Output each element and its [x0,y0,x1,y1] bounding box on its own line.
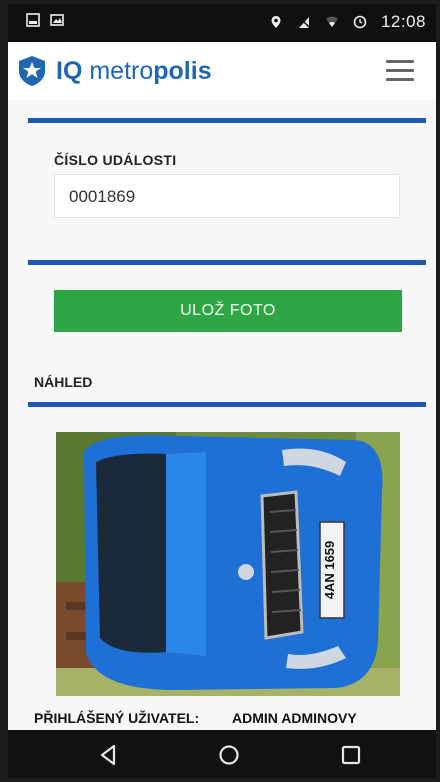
section-divider [28,402,426,407]
app-logo[interactable]: IQ metropolis [16,55,212,87]
section-divider [28,260,426,265]
logged-user-label: PŘIHLÁŠENÝ UŽIVATEL: [34,710,200,726]
hamburger-menu-icon[interactable] [386,60,414,82]
status-bar: 12:08 [8,4,436,42]
event-number-label: ČÍSLO UDÁLOSTI [54,152,177,168]
event-number-field[interactable]: 0001869 [54,174,400,218]
location-icon [271,16,281,28]
notification-icon [26,13,40,27]
preview-label: NÁHLED [34,374,93,390]
logo-suffix: polis [153,56,212,85]
wifi-icon [325,16,338,27]
main-content: ČÍSLO UDÁLOSTI 0001869 ULOŽ FOTO NÁHLED [8,100,436,730]
shield-star-icon [19,56,45,86]
alarm-icon [353,15,367,29]
image-icon [50,14,64,26]
app-name: IQ metropolis [56,57,212,86]
back-icon[interactable] [96,742,122,768]
home-icon[interactable] [216,742,242,768]
recents-icon[interactable] [338,742,364,768]
system-nav-bar [8,730,436,778]
no-sim-icon [297,15,311,29]
app-header: IQ metropolis [8,42,436,100]
status-time: 12:08 [380,12,426,31]
section-divider [28,118,426,123]
preview-photo[interactable]: 4AN 1659 [56,432,400,696]
logo-prefix: IQ [56,56,83,85]
car-photo: 4AN 1659 [56,432,400,696]
logo-middle: metro [82,56,154,85]
logged-user-value: ADMIN ADMINOVY [232,710,357,726]
license-plate-text: 4AN 1659 [322,541,337,600]
save-photo-button[interactable]: ULOŽ FOTO [54,290,402,332]
phone-screen: 12:08 IQ metropolis ČÍSLO UDÁLOSTI 00018… [8,4,436,778]
